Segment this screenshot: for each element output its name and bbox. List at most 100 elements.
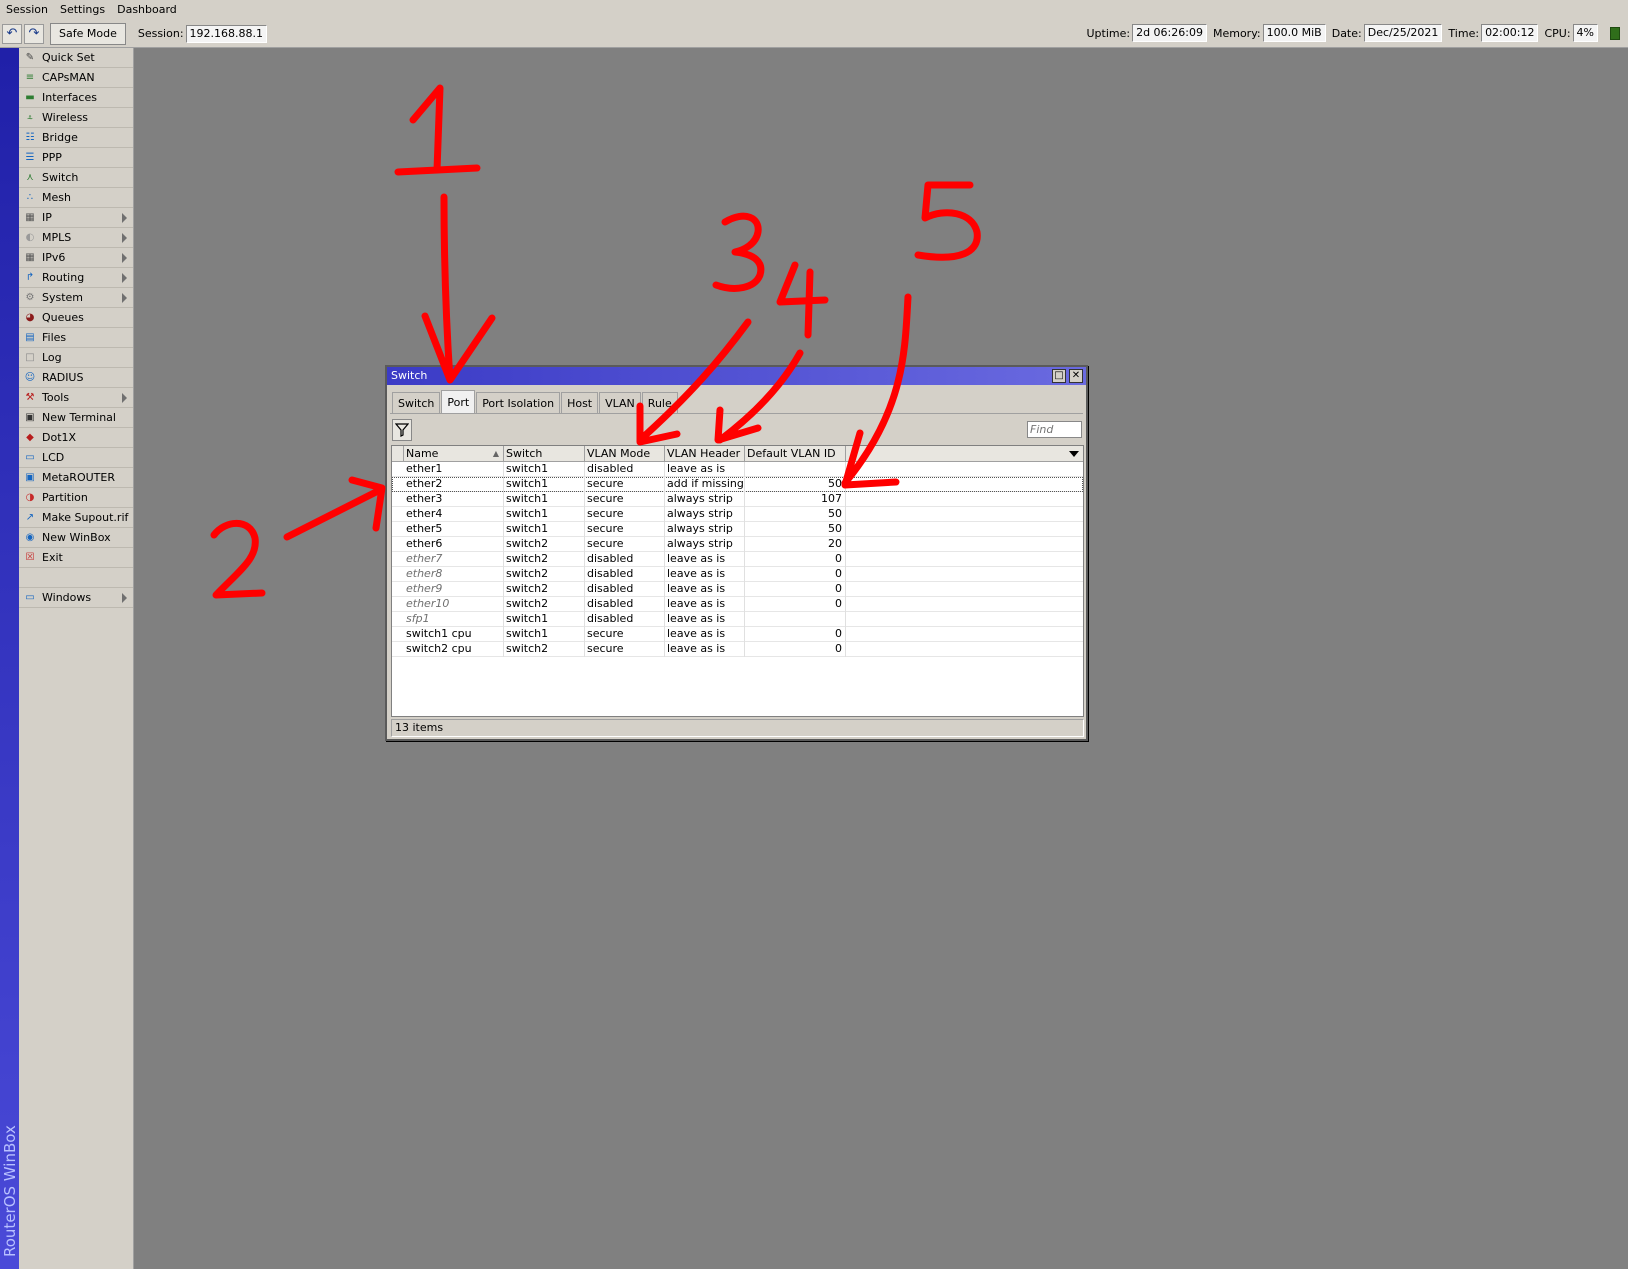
cell-switch: switch1 xyxy=(504,612,585,627)
column-header-vlan-mode[interactable]: VLAN Mode xyxy=(585,446,665,462)
close-icon[interactable]: ✕ xyxy=(1069,369,1083,383)
table-row[interactable]: ether1 switch1 disabled leave as is xyxy=(392,462,1083,477)
tab-port-isolation[interactable]: Port Isolation xyxy=(476,392,561,414)
cell-vlan-mode: secure xyxy=(585,492,665,507)
sidebar-item-ipv6[interactable]: ▦ IPv6 xyxy=(19,248,133,268)
tab-rule[interactable]: Rule xyxy=(641,392,678,414)
cell-default-vlan-id: 0 xyxy=(745,582,846,597)
filter-icon[interactable] xyxy=(392,419,412,441)
table-row[interactable]: switch2 cpu switch2 secure leave as is 0 xyxy=(392,642,1083,657)
cell-default-vlan-id: 0 xyxy=(745,567,846,582)
cell-default-vlan-id: 50 xyxy=(745,507,846,522)
tab-vlan[interactable]: VLAN xyxy=(599,392,641,414)
sidebar-item-capsman[interactable]: ≡ CAPsMAN xyxy=(19,68,133,88)
terminal-icon: ▣ xyxy=(25,412,35,423)
sidebar-item-lcd[interactable]: ▭ LCD xyxy=(19,448,133,468)
table-row[interactable]: sfp1 switch1 disabled leave as is xyxy=(392,612,1083,627)
sidebar-item-files[interactable]: ▤ Files xyxy=(19,328,133,348)
cell-vlan-header: leave as is xyxy=(665,612,745,627)
sidebar-item-dot1x[interactable]: ◆ Dot1X xyxy=(19,428,133,448)
cell-vlan-mode: disabled xyxy=(585,567,665,582)
cell-switch: switch2 xyxy=(504,537,585,552)
sidebar-separator xyxy=(19,568,133,588)
table-row[interactable]: switch1 cpu switch1 secure leave as is 0 xyxy=(392,627,1083,642)
toolbar: ↶ ↷ Safe Mode Session: 192.168.88.1 Upti… xyxy=(0,20,1628,48)
exit-icon: ☒ xyxy=(25,552,35,563)
table-row[interactable]: ether3 switch1 secure always strip 107 xyxy=(392,492,1083,507)
sidebar-item-bridge[interactable]: ☷ Bridge xyxy=(19,128,133,148)
sidebar-item-mesh[interactable]: ∴ Mesh xyxy=(19,188,133,208)
cell-name: ether2 xyxy=(404,477,504,492)
tab-switch[interactable]: Switch xyxy=(392,392,441,414)
menu-session[interactable]: Session xyxy=(0,0,54,20)
sidebar-item-ip[interactable]: ▦ IP xyxy=(19,208,133,228)
sidebar-item-exit[interactable]: ☒ Exit xyxy=(19,548,133,568)
undo-icon[interactable]: ↶ xyxy=(2,23,22,44)
status-readouts: Uptime: 2d 06:26:09 Memory: 100.0 MiB Da… xyxy=(1080,24,1620,42)
sidebar-item-partition[interactable]: ◑ Partition xyxy=(19,488,133,508)
brand-text: RouterOS WinBox xyxy=(1,1125,19,1257)
sidebar-item-new-terminal[interactable]: ▣ New Terminal xyxy=(19,408,133,428)
menu-dashboard[interactable]: Dashboard xyxy=(111,0,183,20)
tools-icon: ⚒ xyxy=(25,392,35,403)
cell-name: switch1 cpu xyxy=(404,627,504,642)
maximize-icon[interactable]: □ xyxy=(1052,369,1066,383)
ip-icon: ▦ xyxy=(25,212,35,223)
table-row[interactable]: ether6 switch2 secure always strip 20 xyxy=(392,537,1083,552)
sidebar-item-tools[interactable]: ⚒ Tools xyxy=(19,388,133,408)
redo-icon[interactable]: ↷ xyxy=(24,23,44,44)
tab-port[interactable]: Port xyxy=(441,390,476,414)
sidebar-item-windows[interactable]: ▭ Windows xyxy=(19,588,133,608)
chevron-right-icon xyxy=(122,253,127,263)
table-row[interactable]: ether5 switch1 secure always strip 50 xyxy=(392,522,1083,537)
cell-name: sfp1 xyxy=(404,612,504,627)
bridge-icon: ☷ xyxy=(25,132,35,143)
sidebar-item-routing[interactable]: ↱ Routing xyxy=(19,268,133,288)
sidebar-item-radius[interactable]: ☺ RADIUS xyxy=(19,368,133,388)
column-header-default-vlan-id[interactable]: Default VLAN ID xyxy=(745,446,846,462)
cell-name: ether9 xyxy=(404,582,504,597)
window-title-bar[interactable]: Switch □ ✕ xyxy=(387,367,1086,385)
table-row[interactable]: ether2 switch1 secure add if missing 50 xyxy=(392,477,1083,492)
table-row[interactable]: ether4 switch1 secure always strip 50 xyxy=(392,507,1083,522)
session-label: Session: xyxy=(137,27,184,40)
sidebar-item-metarouter[interactable]: ▣ MetaROUTER xyxy=(19,468,133,488)
cell-vlan-header: leave as is xyxy=(665,462,745,477)
find-input[interactable] xyxy=(1027,421,1082,438)
table-row[interactable]: ether7 switch2 disabled leave as is 0 xyxy=(392,552,1083,567)
sidebar-item-wireless[interactable]: ⸛ Wireless xyxy=(19,108,133,128)
cell-vlan-mode: disabled xyxy=(585,597,665,612)
cell-name: switch2 cpu xyxy=(404,642,504,657)
tab-host[interactable]: Host xyxy=(561,392,599,414)
cell-name: ether5 xyxy=(404,522,504,537)
sidebar-item-label: MetaROUTER xyxy=(42,471,115,484)
table-row[interactable]: ether9 switch2 disabled leave as is 0 xyxy=(392,582,1083,597)
sidebar-item-log[interactable]: □ Log xyxy=(19,348,133,368)
menu-settings[interactable]: Settings xyxy=(54,0,111,20)
column-header-vlan-header[interactable]: VLAN Header xyxy=(665,446,745,462)
antenna-icon: ≡ xyxy=(25,72,35,83)
sidebar-item-ppp[interactable]: ☰ PPP xyxy=(19,148,133,168)
cpu-indicator-icon xyxy=(1610,26,1620,40)
ipv6-icon: ▦ xyxy=(25,252,35,263)
sidebar-item-make-supout-rif[interactable]: ↗ Make Supout.rif xyxy=(19,508,133,528)
chevron-right-icon xyxy=(122,233,127,243)
sidebar-item-switch[interactable]: ⋏ Switch xyxy=(19,168,133,188)
sidebar-item-mpls[interactable]: ◐ MPLS xyxy=(19,228,133,248)
sidebar-item-label: Queues xyxy=(42,311,84,324)
sidebar-item-label: Dot1X xyxy=(42,431,77,444)
column-header-name[interactable]: Name ▲ xyxy=(404,446,504,462)
sidebar-item-new-winbox[interactable]: ◉ New WinBox xyxy=(19,528,133,548)
cell-switch: switch2 xyxy=(504,567,585,582)
table-row[interactable]: ether10 switch2 disabled leave as is 0 xyxy=(392,597,1083,612)
sidebar-item-interfaces[interactable]: ▬ Interfaces xyxy=(19,88,133,108)
column-menu-chevron-down-icon[interactable] xyxy=(1069,451,1079,457)
sidebar-item-label: Switch xyxy=(42,171,79,184)
cell-vlan-header: always strip xyxy=(665,507,745,522)
column-header-switch[interactable]: Switch xyxy=(504,446,585,462)
sidebar-item-queues[interactable]: ◕ Queues xyxy=(19,308,133,328)
sidebar-item-quick-set[interactable]: ✎ Quick Set xyxy=(19,48,133,68)
safe-mode-button[interactable]: Safe Mode xyxy=(50,22,126,45)
sidebar-item-system[interactable]: ⚙ System xyxy=(19,288,133,308)
table-row[interactable]: ether8 switch2 disabled leave as is 0 xyxy=(392,567,1083,582)
